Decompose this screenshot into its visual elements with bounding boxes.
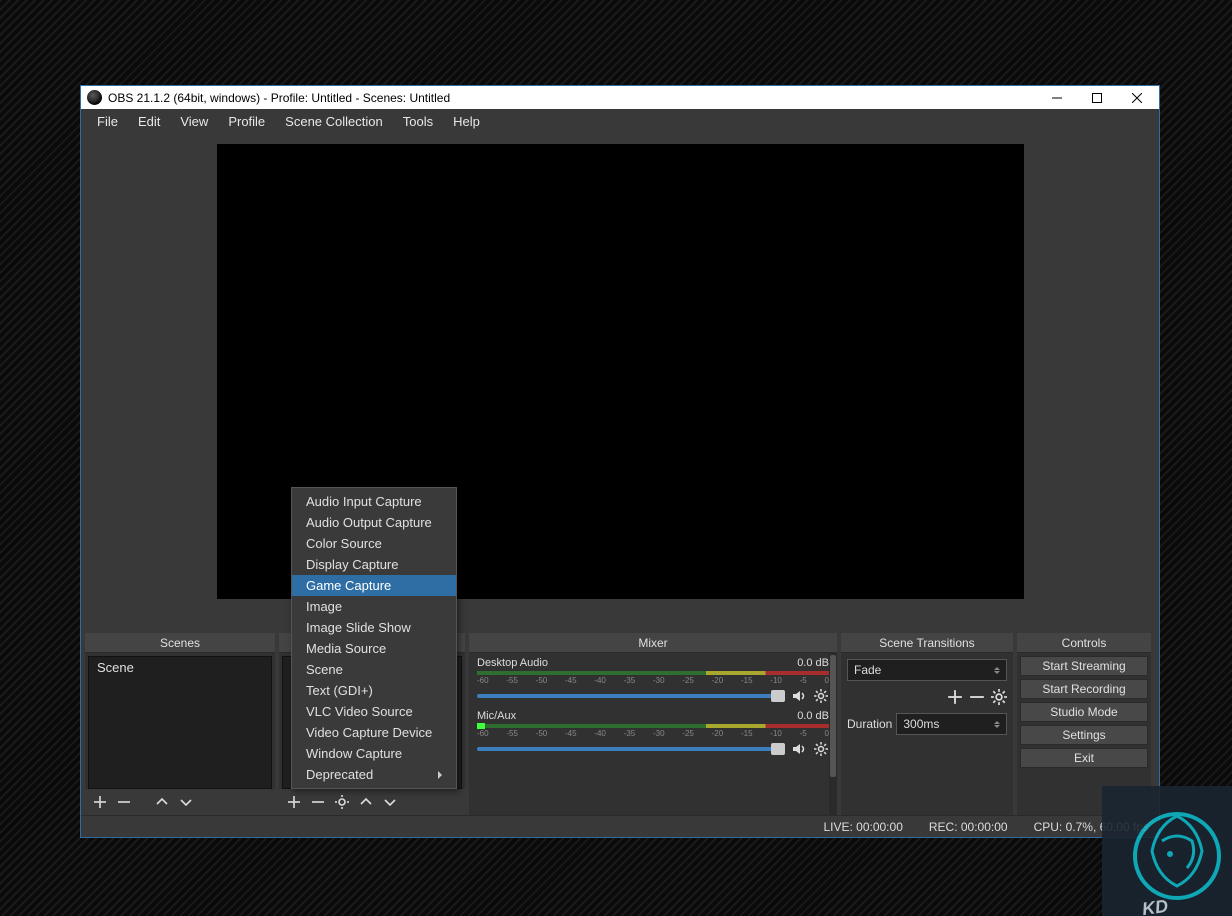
menu-scene-collection[interactable]: Scene Collection bbox=[275, 111, 393, 132]
start-recording-button[interactable]: Start Recording bbox=[1020, 679, 1148, 699]
mixer-channel-mic: Mic/Aux 0.0 dB -60-55-50-45-40-35-30-25-… bbox=[477, 710, 829, 757]
ctx-game-capture[interactable]: Game Capture bbox=[292, 575, 456, 596]
add-source-context-menu: Audio Input Capture Audio Output Capture… bbox=[291, 487, 457, 789]
ctx-color-source[interactable]: Color Source bbox=[292, 533, 456, 554]
scenes-toolbar bbox=[85, 789, 275, 815]
channel-name: Desktop Audio bbox=[477, 657, 548, 669]
ctx-text-gdi[interactable]: Text (GDI+) bbox=[292, 680, 456, 701]
remove-transition-button[interactable] bbox=[969, 689, 985, 705]
window-controls bbox=[1037, 87, 1157, 109]
mixer-panel: Mixer Desktop Audio 0.0 dB -60-55-50-45-… bbox=[469, 633, 837, 815]
channel-name: Mic/Aux bbox=[477, 710, 516, 722]
channel-level: 0.0 dB bbox=[797, 710, 829, 722]
submenu-arrow-icon bbox=[438, 771, 442, 779]
start-streaming-button[interactable]: Start Streaming bbox=[1020, 656, 1148, 676]
ctx-image[interactable]: Image bbox=[292, 596, 456, 617]
add-transition-button[interactable] bbox=[947, 689, 963, 705]
svg-text:KD: KD bbox=[1141, 896, 1170, 916]
ctx-audio-output-capture[interactable]: Audio Output Capture bbox=[292, 512, 456, 533]
sources-toolbar bbox=[279, 789, 465, 815]
controls-header: Controls bbox=[1017, 633, 1151, 653]
menu-tools[interactable]: Tools bbox=[393, 111, 443, 132]
transition-properties-button[interactable] bbox=[991, 689, 1007, 705]
watermark-logo: KD bbox=[1102, 786, 1232, 916]
transition-selected: Fade bbox=[854, 663, 881, 677]
transition-select[interactable]: Fade bbox=[847, 659, 1007, 681]
window-title: OBS 21.1.2 (64bit, windows) - Profile: U… bbox=[108, 91, 1037, 105]
transitions-panel: Scene Transitions Fade Duration 300ms bbox=[841, 633, 1013, 815]
move-scene-down-button[interactable] bbox=[175, 791, 197, 813]
meter-ticks: -60-55-50-45-40-35-30-25-20-15-10-50 bbox=[477, 676, 829, 685]
ctx-deprecated-label: Deprecated bbox=[306, 767, 373, 782]
close-button[interactable] bbox=[1117, 87, 1157, 109]
channel-level: 0.0 dB bbox=[797, 657, 829, 669]
menu-file[interactable]: File bbox=[87, 111, 128, 132]
mixer-header: Mixer bbox=[469, 633, 837, 653]
transitions-header: Scene Transitions bbox=[841, 633, 1013, 653]
settings-button[interactable]: Settings bbox=[1020, 725, 1148, 745]
mixer-body: Desktop Audio 0.0 dB -60-55-50-45-40-35-… bbox=[469, 653, 837, 815]
duration-value: 300ms bbox=[903, 717, 939, 731]
menubar: File Edit View Profile Scene Collection … bbox=[81, 109, 1159, 134]
speaker-icon[interactable] bbox=[791, 688, 807, 704]
ctx-video-capture-device[interactable]: Video Capture Device bbox=[292, 722, 456, 743]
volume-slider[interactable] bbox=[477, 747, 785, 751]
speaker-icon[interactable] bbox=[791, 741, 807, 757]
add-scene-button[interactable] bbox=[89, 791, 111, 813]
source-properties-button[interactable] bbox=[331, 791, 353, 813]
ctx-deprecated[interactable]: Deprecated bbox=[292, 764, 456, 785]
preview-area bbox=[81, 134, 1159, 631]
menu-profile[interactable]: Profile bbox=[218, 111, 275, 132]
statusbar: LIVE: 00:00:00 REC: 00:00:00 CPU: 0.7%, … bbox=[81, 815, 1159, 837]
move-scene-up-button[interactable] bbox=[151, 791, 173, 813]
bottom-panels: Scenes Scene Sources bbox=[81, 633, 1159, 815]
minimize-button[interactable] bbox=[1037, 87, 1077, 109]
ctx-scene[interactable]: Scene bbox=[292, 659, 456, 680]
scene-item[interactable]: Scene bbox=[89, 657, 271, 678]
mixer-channel-desktop: Desktop Audio 0.0 dB -60-55-50-45-40-35-… bbox=[477, 657, 829, 704]
add-source-button[interactable] bbox=[283, 791, 305, 813]
menu-help[interactable]: Help bbox=[443, 111, 490, 132]
status-live: LIVE: 00:00:00 bbox=[823, 820, 902, 834]
studio-mode-button[interactable]: Studio Mode bbox=[1020, 702, 1148, 722]
ctx-image-slide-show[interactable]: Image Slide Show bbox=[292, 617, 456, 638]
move-source-up-button[interactable] bbox=[355, 791, 377, 813]
ctx-display-capture[interactable]: Display Capture bbox=[292, 554, 456, 575]
meter-ticks: -60-55-50-45-40-35-30-25-20-15-10-50 bbox=[477, 729, 829, 738]
scenes-panel: Scenes Scene bbox=[85, 633, 275, 815]
scenes-header: Scenes bbox=[85, 633, 275, 653]
obs-app-icon bbox=[87, 90, 102, 105]
obs-main-window: OBS 21.1.2 (64bit, windows) - Profile: U… bbox=[80, 85, 1160, 838]
remove-source-button[interactable] bbox=[307, 791, 329, 813]
mixer-scrollbar[interactable] bbox=[829, 653, 837, 815]
remove-scene-button[interactable] bbox=[113, 791, 135, 813]
gear-icon[interactable] bbox=[813, 741, 829, 757]
menu-view[interactable]: View bbox=[170, 111, 218, 132]
duration-input[interactable]: 300ms bbox=[896, 713, 1007, 735]
titlebar: OBS 21.1.2 (64bit, windows) - Profile: U… bbox=[81, 86, 1159, 109]
move-source-down-button[interactable] bbox=[379, 791, 401, 813]
ctx-media-source[interactable]: Media Source bbox=[292, 638, 456, 659]
status-rec: REC: 00:00:00 bbox=[929, 820, 1008, 834]
exit-button[interactable]: Exit bbox=[1020, 748, 1148, 768]
volume-slider[interactable] bbox=[477, 694, 785, 698]
menu-edit[interactable]: Edit bbox=[128, 111, 170, 132]
maximize-button[interactable] bbox=[1077, 87, 1117, 109]
gear-icon[interactable] bbox=[813, 688, 829, 704]
ctx-audio-input-capture[interactable]: Audio Input Capture bbox=[292, 491, 456, 512]
ctx-window-capture[interactable]: Window Capture bbox=[292, 743, 456, 764]
audio-meter bbox=[477, 671, 829, 675]
duration-label: Duration bbox=[847, 717, 892, 731]
ctx-vlc-video-source[interactable]: VLC Video Source bbox=[292, 701, 456, 722]
audio-meter bbox=[477, 724, 829, 728]
scenes-list[interactable]: Scene bbox=[88, 656, 272, 789]
